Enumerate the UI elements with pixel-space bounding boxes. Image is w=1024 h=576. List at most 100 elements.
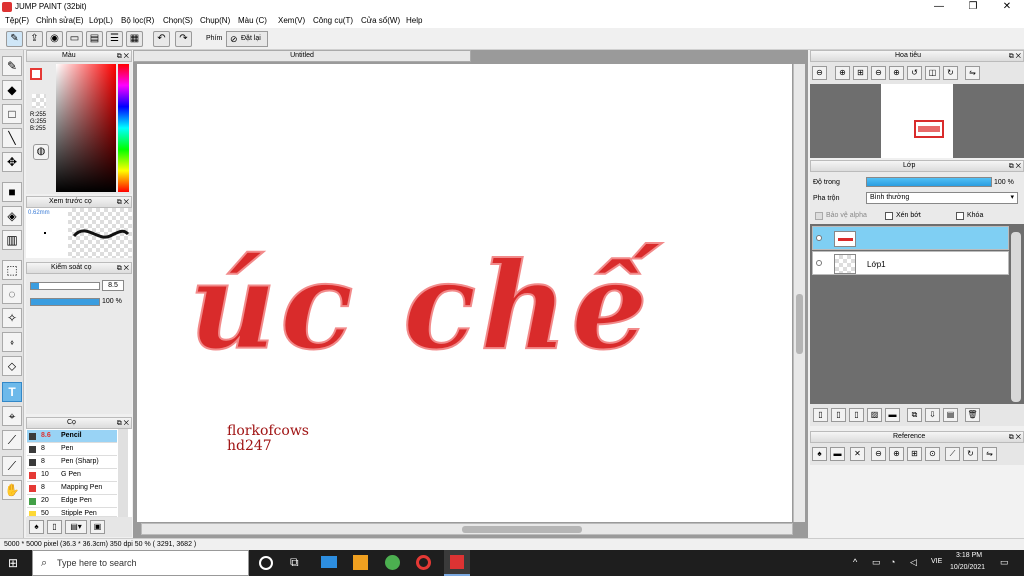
brush-list-scrollbar[interactable] xyxy=(118,429,128,517)
language-indicator[interactable]: VIE xyxy=(931,558,942,565)
notification-icon[interactable]: ▭ xyxy=(1000,557,1009,568)
operation-tool-icon[interactable]: ⌖ xyxy=(2,406,22,426)
menu-capture[interactable]: Chụp(N) xyxy=(200,16,230,25)
panel-controls-icon[interactable]: ⧉ ✕ xyxy=(1009,433,1021,443)
zoom-in-icon[interactable]: ⊕ xyxy=(835,66,850,80)
eyedropper-tool-icon[interactable]: ⟋ xyxy=(2,430,22,450)
panel-controls-icon[interactable]: ⧉ ✕ xyxy=(1009,52,1021,62)
cortana-icon[interactable] xyxy=(259,556,273,570)
select-rect-tool-icon[interactable]: ⬚ xyxy=(2,260,22,280)
task-view-icon[interactable]: ⧉ xyxy=(290,555,299,570)
brush-item-edge-pen[interactable]: 20 Edge Pen xyxy=(27,495,117,508)
merge-layer-icon[interactable]: ⇩ xyxy=(925,408,940,422)
mail-icon[interactable] xyxy=(321,556,337,568)
ref-zoom-in-icon[interactable]: ⊕ xyxy=(889,447,904,461)
brush-tree-icon[interactable]: ♠ xyxy=(29,520,44,534)
new-layer-icon[interactable]: ▯ xyxy=(813,408,828,422)
brush-tool-icon[interactable]: ✎ xyxy=(2,56,22,76)
menu-window[interactable]: Cửa sổ(W) xyxy=(361,16,400,25)
clock-time[interactable]: 3:18 PM xyxy=(956,552,982,559)
brush-item-pencil[interactable]: 8.6 Pencil xyxy=(27,430,117,443)
saturation-value-picker[interactable] xyxy=(56,64,116,192)
clip-checkbox[interactable] xyxy=(885,212,893,220)
menu-select[interactable]: Chọn(S) xyxy=(163,16,193,25)
layer-scrollbar[interactable] xyxy=(1011,232,1021,402)
clock-date[interactable]: 10/20/2021 xyxy=(950,564,985,571)
canvas-vertical-scrollbar[interactable] xyxy=(793,64,805,522)
select-pen-tool-icon[interactable]: ⬫ xyxy=(2,332,22,352)
reference-tree-icon[interactable]: ♠ xyxy=(812,447,827,461)
select-eraser-tool-icon[interactable]: ⬦ xyxy=(2,356,22,376)
layer-opacity-slider[interactable] xyxy=(866,177,992,187)
menu-color[interactable]: Màu (C) xyxy=(238,16,267,25)
rotate-right-icon[interactable]: ↻ xyxy=(943,66,958,80)
tray-chevron-icon[interactable]: ^ xyxy=(853,557,857,567)
flip-icon[interactable]: ⇋ xyxy=(965,66,980,80)
rotate-reset-icon[interactable]: ◫ xyxy=(925,66,940,80)
folder-icon[interactable]: ▬ xyxy=(885,408,900,422)
ref-eyedropper-icon[interactable]: ⟋ xyxy=(945,447,960,461)
canvas-tab[interactable]: Untitled xyxy=(133,50,471,62)
zoom-plus-icon[interactable]: ⊕ xyxy=(889,66,904,80)
menu-help[interactable]: Help xyxy=(406,16,422,25)
opacity-slider[interactable] xyxy=(30,298,100,306)
new-layer-8bit-icon[interactable]: ▯ xyxy=(831,408,846,422)
size-slider[interactable] xyxy=(30,282,100,290)
wifi-icon[interactable]: ◔ xyxy=(890,557,895,567)
store-icon[interactable] xyxy=(353,555,368,570)
vertical-scroll-thumb[interactable] xyxy=(796,294,803,354)
canvas-paper[interactable]: úc chế florkofcows hd247 xyxy=(137,64,792,522)
hand-tool-icon[interactable]: ✋ xyxy=(2,480,22,500)
hue-slider[interactable] xyxy=(118,64,129,192)
list-icon[interactable]: ☰ xyxy=(106,31,123,47)
fit-icon[interactable]: ⊞ xyxy=(853,66,868,80)
page-icon[interactable]: ▤ xyxy=(86,31,103,47)
panel-controls-icon[interactable]: ⧉ ✕ xyxy=(117,264,129,274)
grid-icon[interactable]: ▦ xyxy=(126,31,143,47)
volume-icon[interactable]: ◁ xyxy=(910,557,917,568)
close-button[interactable]: ✕ xyxy=(990,0,1024,14)
rotate-left-icon[interactable]: ↺ xyxy=(907,66,922,80)
brush-copy-icon[interactable]: ▣ xyxy=(90,520,105,534)
zoom-out-icon[interactable]: ⊖ xyxy=(812,66,827,80)
transparent-swatch[interactable] xyxy=(32,94,46,108)
palette-icon[interactable]: ◍ xyxy=(33,144,49,160)
undo-icon[interactable]: ↶ xyxy=(153,31,170,47)
panel-controls-icon[interactable]: ⧉ ✕ xyxy=(117,52,129,62)
menu-filter[interactable]: Bộ lọc(R) xyxy=(121,16,154,25)
magic-wand-tool-icon[interactable]: ✧ xyxy=(2,308,22,328)
layer-row[interactable] xyxy=(812,226,1009,250)
open-folder-icon[interactable]: ▬ xyxy=(830,447,845,461)
maximize-button[interactable]: ❐ xyxy=(956,0,990,14)
eraser-tool-icon[interactable]: ◆ xyxy=(2,80,22,100)
ref-rotate-icon[interactable]: ↻ xyxy=(963,447,978,461)
opera-icon[interactable] xyxy=(416,555,431,570)
dropper-tool-icon[interactable]: ⟋ xyxy=(2,456,22,476)
menu-file[interactable]: Tệp(F) xyxy=(5,16,29,25)
speech-bubble-icon[interactable]: ◉ xyxy=(46,31,63,47)
size-value[interactable]: 8.5 xyxy=(102,280,124,291)
menu-tools[interactable]: Công cụ(T) xyxy=(313,16,353,25)
taskbar-search[interactable]: ⌕ Type here to search xyxy=(32,550,249,576)
foreground-color-swatch[interactable] xyxy=(30,68,42,80)
menu-edit[interactable]: Chỉnh sửa(E) xyxy=(36,16,84,25)
ref-fit-icon[interactable]: ⊞ xyxy=(907,447,922,461)
navigator-thumbnail[interactable] xyxy=(881,84,953,158)
rectangle-tool-icon[interactable]: □ xyxy=(2,104,22,124)
brush-item-g-pen[interactable]: 10 G Pen xyxy=(27,469,117,482)
brush-item-mapping-pen[interactable]: 8 Mapping Pen xyxy=(27,482,117,495)
copy-layer-icon[interactable]: ⧉ xyxy=(907,408,922,422)
fill-rect-tool-icon[interactable]: ■ xyxy=(2,182,22,202)
ref-zoom-out-icon[interactable]: ⊖ xyxy=(871,447,886,461)
protect-alpha-checkbox[interactable] xyxy=(815,212,823,220)
panel-controls-icon[interactable]: ⧉ ✕ xyxy=(1009,162,1021,172)
lock-checkbox[interactable] xyxy=(956,212,964,220)
layer-menu-icon[interactable]: ▤ xyxy=(943,408,958,422)
text-tool-icon[interactable]: T xyxy=(2,382,22,402)
brush-item-pen-sharp[interactable]: 8 Pen (Sharp) xyxy=(27,456,117,469)
bucket-tool-icon[interactable]: ◈ xyxy=(2,206,22,226)
brush-item-stipple-pen[interactable]: 50 Stipple Pen xyxy=(27,508,117,517)
tone-layer-icon[interactable]: ▨ xyxy=(867,408,882,422)
minimize-button[interactable]: — xyxy=(922,0,956,14)
panel-controls-icon[interactable]: ⧉ ✕ xyxy=(117,419,129,429)
